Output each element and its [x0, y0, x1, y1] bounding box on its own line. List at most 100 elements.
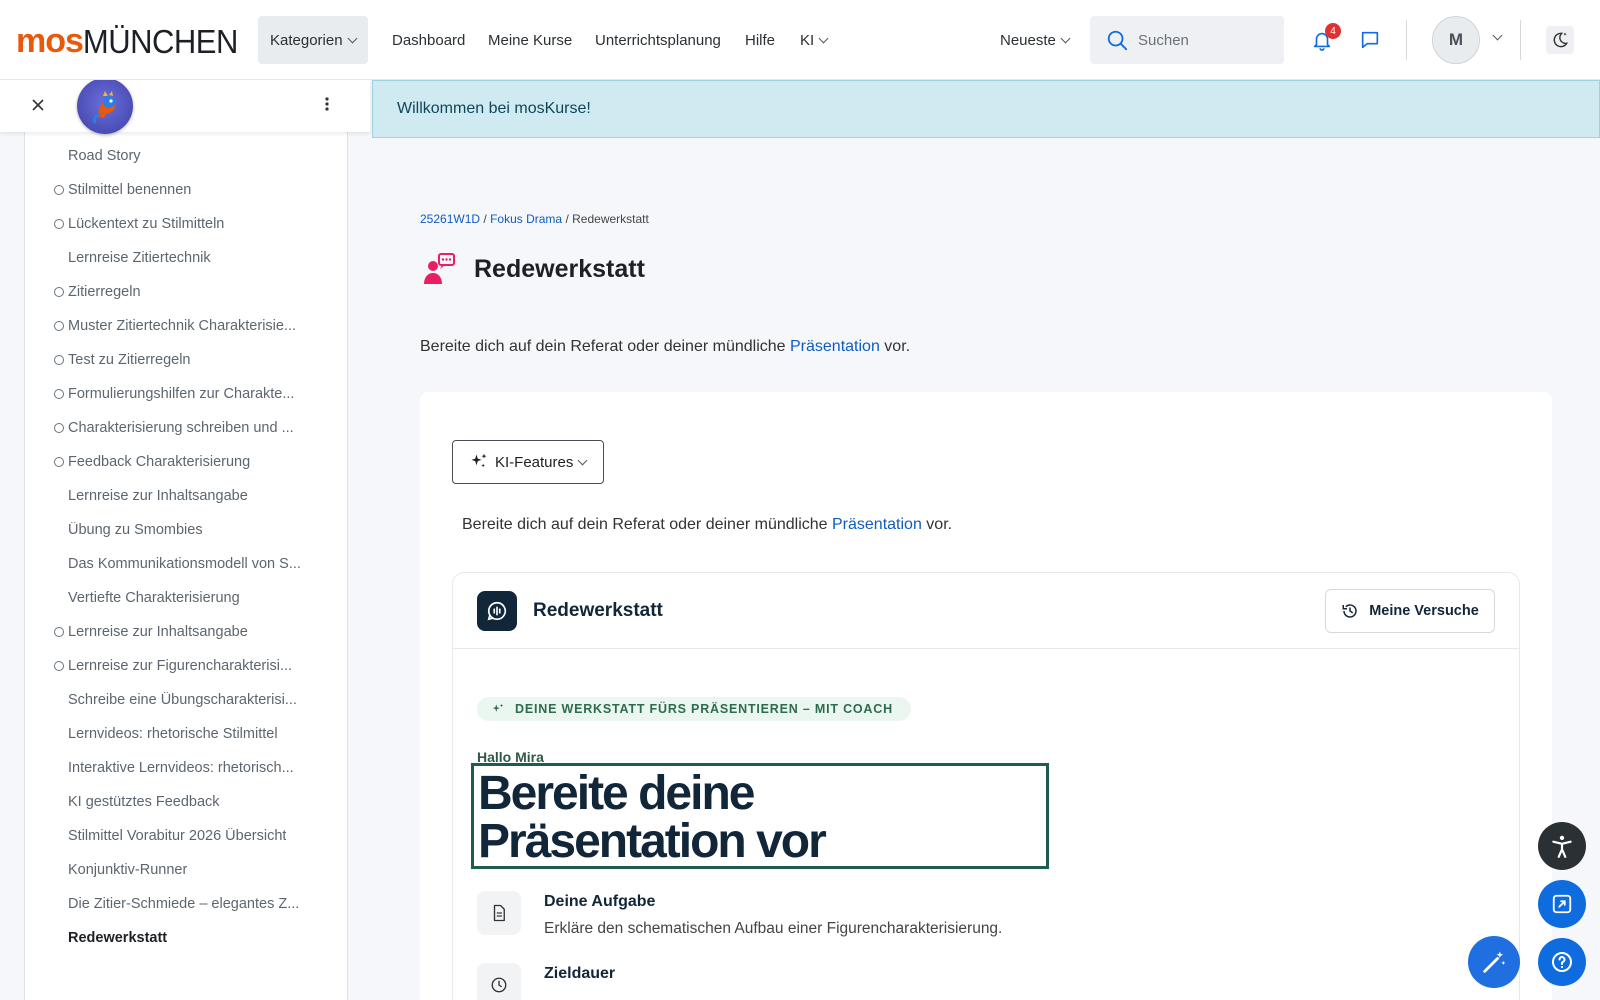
completion-circle-icon[interactable] [54, 627, 64, 637]
course-index-item[interactable]: Lernreise Zitiertechnik [25, 241, 347, 275]
course-index-item-label: Redewerkstatt [68, 930, 168, 946]
nav-planning[interactable]: Unterrichtsplanung [595, 16, 721, 64]
search-box[interactable] [1090, 16, 1284, 64]
course-index-item-label: Interaktive Lernvideos: rhetorisch... [68, 760, 294, 776]
dark-mode-toggle[interactable] [1546, 26, 1574, 54]
course-index-item[interactable]: Lernreise zur Inhaltsangabe [25, 615, 347, 649]
course-index-item-label: Charakterisierung schreiben und ... [68, 420, 294, 436]
course-index-item[interactable]: Feedback Charakterisierung [25, 445, 347, 479]
mascot-avatar[interactable] [77, 78, 133, 134]
messages-button[interactable] [1358, 28, 1382, 52]
top-navbar: mos MÜNCHEN Kategorien Dashboard Meine Ku… [0, 0, 1600, 80]
course-index-item[interactable]: Lückentext zu Stilmitteln [25, 207, 347, 241]
completion-circle-icon[interactable] [54, 355, 64, 365]
nav-help[interactable]: Hilfe [745, 16, 775, 64]
document-icon [493, 904, 505, 922]
course-index-item[interactable]: Schreibe eine Übungscharakterisi... [25, 683, 347, 717]
redewerkstatt-tool: Redewerkstatt Meine Versuche DEINE WERKS… [452, 572, 1520, 1000]
user-menu-chevron-icon[interactable] [1492, 30, 1503, 41]
course-index-item[interactable]: Charakterisierung schreiben und ... [25, 411, 347, 445]
chevron-down-icon [1060, 33, 1071, 43]
moon-stars-icon [1553, 32, 1569, 48]
course-index-item[interactable]: Redewerkstatt [25, 921, 347, 955]
course-index-item[interactable]: Test zu Zitierregeln [25, 343, 347, 377]
completion-circle-icon[interactable] [54, 423, 64, 433]
dragon-mascot-icon [92, 91, 115, 124]
kebab-menu-icon [325, 97, 329, 111]
course-index-item[interactable]: Road Story [25, 139, 347, 173]
breadcrumb: 25261W1D / Fokus Drama / Redewerkstatt [420, 212, 649, 226]
intro-text-end: vor. [879, 338, 911, 355]
welcome-alert-text: Willkommen bei mosKurse! [397, 100, 591, 117]
completion-circle-icon[interactable] [54, 287, 64, 297]
ki-features-label: KI-Features [495, 453, 574, 471]
site-logo[interactable]: mos MÜNCHEN [16, 22, 238, 61]
course-index-item[interactable]: Interaktive Lernvideos: rhetorisch... [25, 751, 347, 785]
tagline-text: DEINE WERKSTATT FÜRS PRÄSENTIEREN – MIT … [515, 702, 893, 716]
chat-bubble-icon [1361, 31, 1379, 49]
chevron-down-icon [818, 33, 829, 43]
course-index-item[interactable]: Lernvideos: rhetorische Stilmittel [25, 717, 347, 751]
course-index-item[interactable]: Übung zu Smombies [25, 513, 347, 547]
welcome-alert: Willkommen bei mosKurse! [372, 80, 1600, 138]
course-index-item-label: Formulierungshilfen zur Charakte... [68, 386, 295, 402]
course-index-item[interactable]: KI gestütztes Feedback [25, 785, 347, 819]
course-index-item[interactable]: Das Kommunikationsmodell von S... [25, 547, 347, 581]
course-index-item[interactable]: Vertiefte Charakterisierung [25, 581, 347, 615]
sort-newest-dropdown[interactable]: Neueste [1000, 16, 1071, 64]
ai-assistant-button[interactable] [1468, 936, 1520, 988]
accessibility-button[interactable] [1538, 822, 1586, 870]
nav-categories-dropdown[interactable]: Kategorien [258, 16, 368, 64]
breadcrumb-section-link[interactable]: Fokus Drama [490, 212, 562, 226]
course-index-item[interactable]: Zitierregeln [25, 275, 347, 309]
search-icon [1107, 30, 1128, 51]
course-index-item-label: Übung zu Smombies [68, 522, 203, 538]
nav-dashboard[interactable]: Dashboard [392, 16, 465, 64]
completion-circle-icon[interactable] [54, 457, 64, 467]
completion-circle-icon[interactable] [54, 185, 64, 195]
my-attempts-button[interactable]: Meine Versuche [1325, 589, 1495, 633]
course-index-item[interactable]: Stilmittel benennen [25, 173, 347, 207]
notifications-button[interactable]: 4 [1310, 23, 1341, 52]
breadcrumb-course-link[interactable]: 25261W1D [420, 212, 480, 226]
course-index-item[interactable]: Muster Zitiertechnik Charakterisie... [25, 309, 347, 343]
course-index-item[interactable]: Formulierungshilfen zur Charakte... [25, 377, 347, 411]
course-index-item-label: Stilmittel Vorabitur 2026 Übersicht [68, 828, 287, 844]
nav-my-courses[interactable]: Meine Kurse [488, 16, 572, 64]
completion-circle-icon[interactable] [54, 661, 64, 671]
my-attempts-label: Meine Versuche [1369, 603, 1479, 619]
help-button[interactable] [1538, 938, 1586, 986]
nav-ki-dropdown[interactable]: KI [800, 16, 829, 64]
completion-circle-icon[interactable] [54, 321, 64, 331]
completion-circle-icon[interactable] [54, 389, 64, 399]
completion-circle-icon[interactable] [54, 219, 64, 229]
task-body: Deine Aufgabe Erkläre den schematischen … [544, 891, 1002, 938]
page-header: Redewerkstatt [422, 252, 645, 286]
speaker-presentation-icon [424, 253, 455, 284]
drawer-options-button[interactable] [325, 96, 329, 117]
history-icon [1342, 604, 1357, 618]
presentation-link[interactable]: Präsentation [832, 516, 922, 533]
course-index-item-label: Stilmittel benennen [68, 182, 192, 198]
page-title: Redewerkstatt [474, 254, 645, 283]
close-drawer-button[interactable] [28, 96, 48, 116]
course-index-item[interactable]: Lernreise zur Inhaltsangabe [25, 479, 347, 513]
user-avatar[interactable]: M [1432, 16, 1480, 64]
main-content: Willkommen bei mosKurse! 25261W1D / Foku… [372, 80, 1600, 1000]
chevron-down-icon [347, 33, 358, 43]
course-index-item-label: Konjunktiv-Runner [68, 862, 188, 878]
course-index-item-label: Road Story [68, 148, 141, 164]
fullscreen-button[interactable] [1538, 880, 1586, 928]
course-index-item-label: Lernvideos: rhetorische Stilmittel [68, 726, 278, 742]
course-index-item[interactable]: Die Zitier-Schmiede – elegantes Z... [25, 887, 347, 921]
course-index-item[interactable]: Konjunktiv-Runner [25, 853, 347, 887]
presentation-link[interactable]: Präsentation [790, 338, 880, 355]
search-input[interactable] [1138, 31, 1278, 49]
course-index-item[interactable]: Stilmittel Vorabitur 2026 Übersicht [25, 819, 347, 853]
course-index-item[interactable]: Lernreise zur Figurencharakterisi... [25, 649, 347, 683]
ki-features-dropdown[interactable]: KI-Features [452, 440, 604, 484]
intro-text: Bereite dich auf dein Referat oder deine… [420, 338, 790, 355]
sparkles-icon [471, 453, 487, 468]
duration-body: Zieldauer [544, 963, 615, 1000]
page-intro: Bereite dich auf dein Referat oder deine… [420, 338, 910, 356]
